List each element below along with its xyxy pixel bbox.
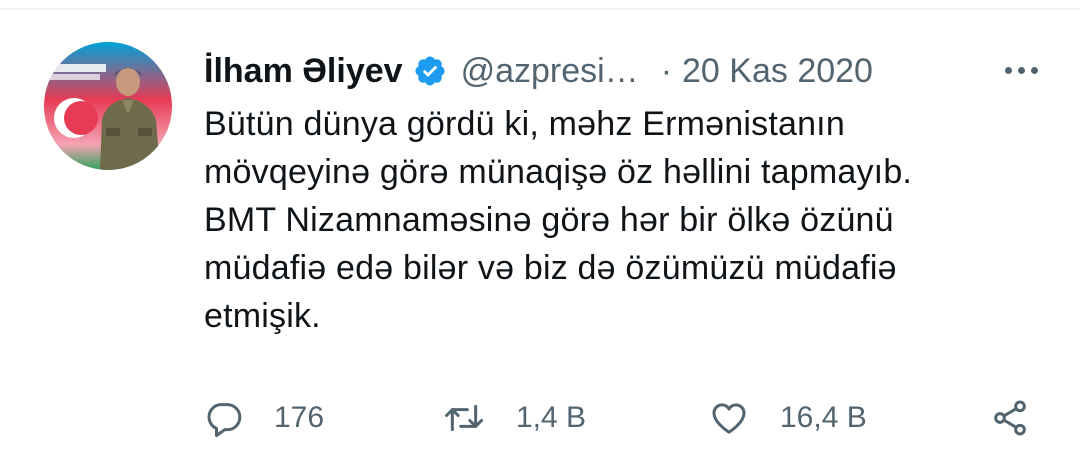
author-name[interactable]: İlham Əliyev [204,52,403,91]
retweet-icon [445,404,483,432]
retweet-button[interactable]: 1,4 B [442,390,586,446]
tweet-actions: 176 1,4 B 16,4 B [204,390,1044,446]
tweet-text-line: mövqeyinə görə münaqişə öz həllini tapma… [204,153,913,191]
reply-count: 176 [274,401,325,434]
tweet-text-line: müdafiə edə bilər və biz də özümüzü müda… [204,249,897,287]
retweet-count: 1,4 B [516,401,587,434]
more-icon[interactable] [998,50,1044,90]
verified-badge-icon [413,54,447,88]
tweet-text: Bütün dünya gördü ki, məhz Ermənistanın … [204,100,1024,340]
like-icon [712,403,746,434]
like-button[interactable]: 16,4 B [708,390,867,446]
share-icon [994,400,1026,436]
top-divider [0,8,1080,10]
tweet-date[interactable]: 20 Kas 2020 [682,52,873,91]
like-count: 16,4 B [780,401,867,434]
tweet-text-line: etmişik. [204,297,321,335]
reply-icon [207,403,242,437]
separator-dot: · [660,51,673,90]
avatar-image [44,42,172,170]
author-handle[interactable]: @azpresi… [461,52,639,91]
share-button[interactable] [990,390,1030,446]
tweet-text-line: BMT Nizamnaməsinə görə hər bir ölkə özün… [204,201,894,239]
tweet-text-line: Bütün dünya gördü ki, məhz Ermənistanın [204,105,845,143]
tweet-header: İlham Əliyev @azpresi… · 20 Kas 2020 [204,46,1044,96]
avatar[interactable] [44,42,172,170]
reply-button[interactable]: 176 [204,390,324,446]
